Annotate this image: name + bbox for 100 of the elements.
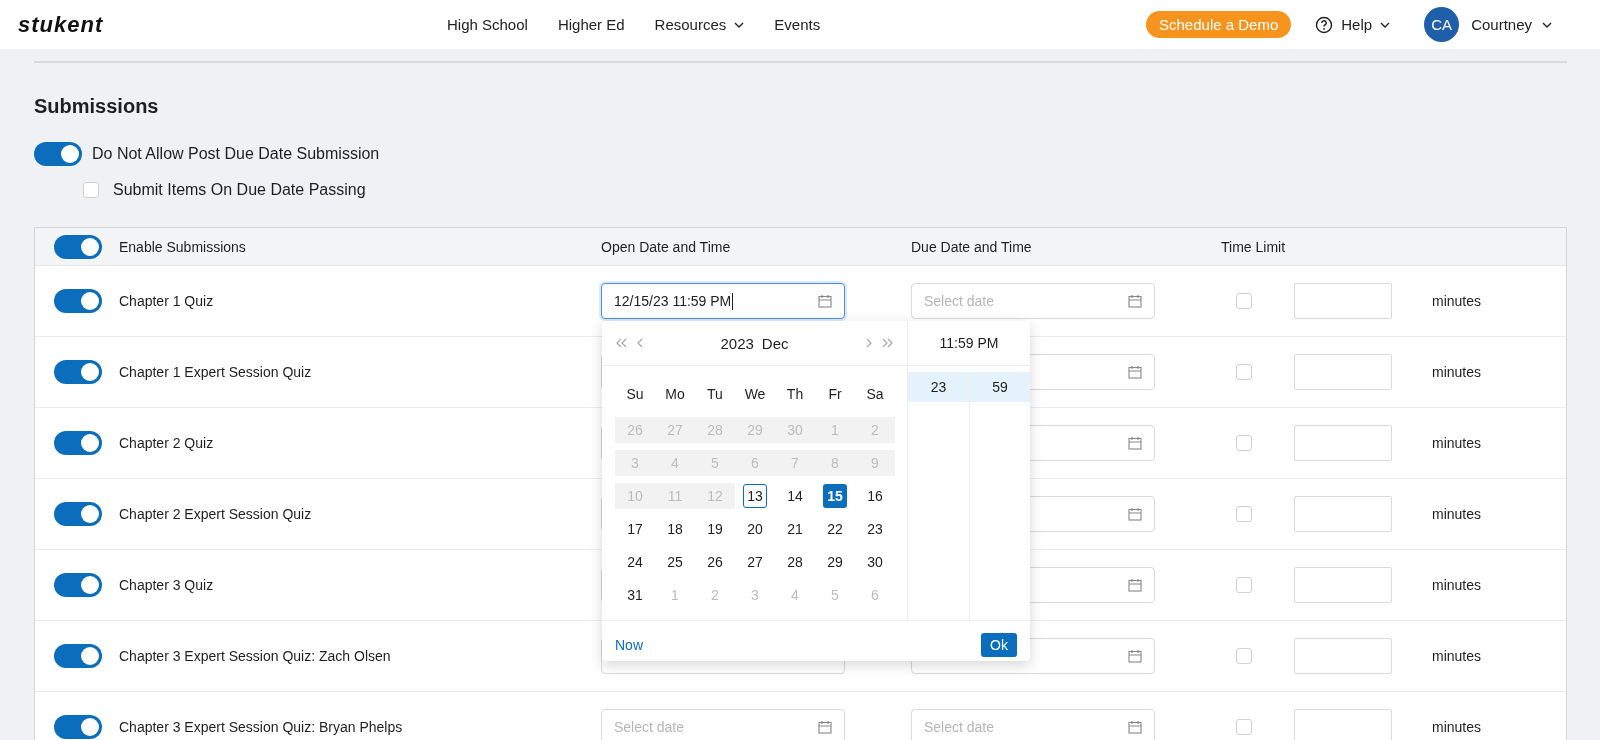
nav-link[interactable]: Higher Ed xyxy=(557,16,625,33)
calendar-day[interactable]: 26 xyxy=(703,550,727,574)
checkbox[interactable] xyxy=(1236,435,1252,451)
calendar-icon xyxy=(1128,578,1142,592)
calendar-day[interactable]: 19 xyxy=(703,517,727,541)
calendar-day[interactable]: 15 xyxy=(823,484,847,508)
checkbox[interactable] xyxy=(1236,506,1252,522)
quiz-name: Chapter 3 Expert Session Quiz: Zach Olsen xyxy=(119,648,391,664)
unit-label: minutes xyxy=(1432,577,1482,593)
minutes-input[interactable] xyxy=(1294,283,1392,319)
calendar-day[interactable]: 25 xyxy=(663,550,687,574)
quiz-name: Chapter 2 Quiz xyxy=(119,435,214,451)
section-title: Submissions xyxy=(34,95,160,118)
minutes-input[interactable] xyxy=(1294,425,1392,461)
minutes-input[interactable] xyxy=(1294,567,1392,603)
weekday-label: Th xyxy=(785,385,805,404)
quiz-name: Chapter 3 Expert Session Quiz: Bryan Phelps xyxy=(119,719,403,735)
previous-year-icon[interactable] xyxy=(615,338,627,348)
weekday-label: Sa xyxy=(865,385,885,404)
calendar-day[interactable]: 24 xyxy=(623,550,647,574)
weekday-label: Fr xyxy=(827,385,843,404)
quiz-name: Chapter 1 Expert Session Quiz xyxy=(119,364,312,380)
date-field[interactable]: 12/15/23 11:59 PM xyxy=(601,283,845,319)
now-link[interactable]: Now xyxy=(615,636,643,653)
next-year-icon[interactable] xyxy=(882,338,894,348)
caret-icon xyxy=(734,21,745,28)
checkbox[interactable] xyxy=(1236,648,1252,664)
calendar-icon xyxy=(1128,436,1142,450)
option-label: Submit Items On Due Date Passing xyxy=(113,181,366,199)
month-label[interactable]: Dec xyxy=(761,334,789,352)
quiz-name: Chapter 1 Quiz xyxy=(119,293,214,309)
calendar-icon xyxy=(818,720,832,734)
toggle-switch[interactable] xyxy=(54,234,102,259)
toggle-switch[interactable] xyxy=(54,289,102,313)
help-icon xyxy=(1315,15,1334,34)
calendar-icon xyxy=(818,294,832,308)
calendar-icon xyxy=(1128,649,1142,663)
unit-label: minutes xyxy=(1432,719,1482,735)
calendar-day[interactable]: 29 xyxy=(823,550,847,574)
calendar-day[interactable]: 23 xyxy=(863,517,887,541)
calendar-icon xyxy=(1128,294,1142,308)
toggle-switch[interactable] xyxy=(54,360,102,384)
checkbox[interactable] xyxy=(1236,719,1252,735)
next-month-icon[interactable] xyxy=(866,338,872,348)
checkbox[interactable] xyxy=(1236,577,1252,593)
weekday-label: Su xyxy=(625,385,645,404)
calendar-icon xyxy=(1128,365,1142,379)
minutes-input[interactable] xyxy=(1294,709,1392,740)
help-menu[interactable]: Help xyxy=(1315,15,1391,34)
ok-button[interactable]: Ok xyxy=(981,632,1017,657)
calendar-day[interactable]: 31 xyxy=(623,583,647,607)
minutes-input[interactable] xyxy=(1294,354,1392,390)
weekday-label: Mo xyxy=(664,385,686,404)
unit-label: minutes xyxy=(1432,648,1482,664)
toggle-switch[interactable] xyxy=(54,502,102,526)
nav-link[interactable]: Events xyxy=(774,16,821,33)
nav-link[interactable]: Resources xyxy=(654,16,745,33)
toggle-switch[interactable] xyxy=(54,644,102,668)
toggle-switch[interactable] xyxy=(54,573,102,597)
logo[interactable]: stukent xyxy=(18,11,148,38)
weekday-label: Tu xyxy=(706,385,724,404)
previous-month-icon[interactable] xyxy=(637,338,643,348)
calendar-day[interactable]: 21 xyxy=(783,517,807,541)
nav-link[interactable]: High School xyxy=(447,16,528,33)
calendar-day[interactable]: 20 xyxy=(743,517,767,541)
avatar[interactable]: CA xyxy=(1424,7,1460,42)
column-header: Enable Submissions xyxy=(119,238,246,255)
calendar-day[interactable]: 17 xyxy=(623,517,647,541)
quiz-name: Chapter 2 Expert Session Quiz xyxy=(119,506,312,522)
minute-option[interactable]: 59 xyxy=(970,372,1030,402)
user-menu[interactable]: Courtney xyxy=(1471,16,1552,33)
minutes-input[interactable] xyxy=(1294,496,1392,532)
calendar-day[interactable]: 30 xyxy=(863,550,887,574)
checkbox[interactable] xyxy=(1236,364,1252,380)
calendar-day[interactable]: 18 xyxy=(663,517,687,541)
minutes-input[interactable] xyxy=(1294,638,1392,674)
option-label: Do Not Allow Post Due Date Submission xyxy=(92,145,380,163)
calendar-day[interactable]: 27 xyxy=(743,550,767,574)
quiz-name: Chapter 3 Quiz xyxy=(119,577,214,593)
time-title: 11:59 PM xyxy=(939,335,999,351)
calendar-day[interactable]: 22 xyxy=(823,517,847,541)
calendar-day[interactable]: 14 xyxy=(783,484,807,508)
toggle-switch[interactable] xyxy=(34,142,82,166)
calendar-day[interactable]: 13 xyxy=(743,484,767,508)
hour-option[interactable]: 23 xyxy=(908,372,969,402)
year-label[interactable]: 2023 xyxy=(720,334,754,352)
unit-label: minutes xyxy=(1432,364,1482,380)
caret-icon xyxy=(1380,21,1391,28)
caret-icon xyxy=(1542,21,1552,28)
calendar-day[interactable]: 28 xyxy=(783,550,807,574)
calendar-icon xyxy=(1128,507,1142,521)
column-header: Due Date and Time xyxy=(911,238,1032,255)
column-header: Time Limit xyxy=(1221,238,1286,255)
toggle-switch[interactable] xyxy=(54,431,102,455)
toggle-switch[interactable] xyxy=(54,715,102,739)
column-header: Open Date and Time xyxy=(601,238,731,255)
calendar-day[interactable]: 16 xyxy=(863,484,887,508)
unit-label: minutes xyxy=(1432,506,1482,522)
checkbox[interactable] xyxy=(83,182,99,198)
checkbox[interactable] xyxy=(1236,293,1252,309)
